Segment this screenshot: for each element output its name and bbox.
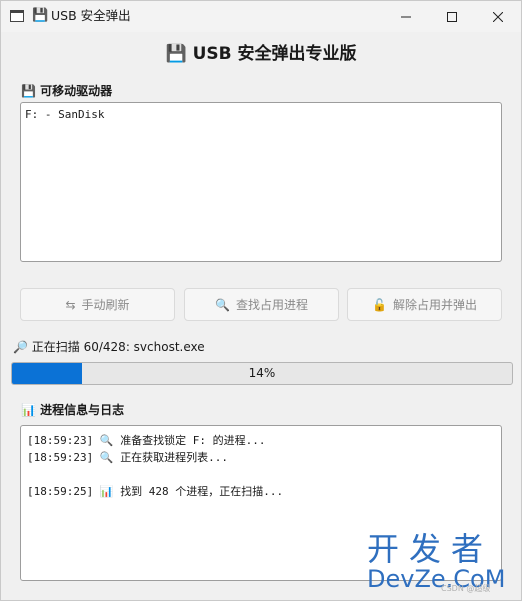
progress-label: 14%: [248, 366, 276, 380]
floppy-icon: 💾: [21, 84, 36, 98]
list-item[interactable]: F: - SanDisk: [25, 108, 104, 122]
log-text: 准备查找锁定 F: 的进程...: [120, 434, 266, 447]
log-section-label: 📊 进程信息与日志: [21, 402, 124, 418]
floppy-icon: 💾: [32, 8, 49, 23]
unlock-icon: 🔓: [372, 297, 387, 312]
maximize-icon: [447, 11, 457, 22]
close-button[interactable]: [475, 1, 521, 32]
watermark-credit: CSDN @超级: [441, 584, 491, 593]
app-window-icon: [10, 10, 24, 22]
minimize-icon: [401, 16, 411, 17]
log-line: [18:59:23] 🔍 准备查找锁定 F: 的进程...: [27, 434, 266, 448]
minimize-button[interactable]: [383, 1, 429, 32]
drives-section-label: 💾 可移动驱动器: [21, 83, 112, 99]
maximize-button[interactable]: [429, 1, 475, 32]
title-bar[interactable]: 💾 USB 安全弹出: [1, 1, 521, 32]
watermark-text: 开发者: [367, 530, 494, 568]
scan-status-text: 正在扫描 60/428: svchost.exe: [31, 340, 205, 354]
refresh-button-label: 手动刷新: [81, 298, 130, 312]
search-icon: 🔍: [215, 297, 230, 312]
log-line: [18:59:25] 📊 找到 428 个进程，正在扫描...: [27, 485, 283, 499]
find-process-button-label: 查找占用进程: [235, 298, 308, 312]
floppy-icon: 💾: [165, 44, 187, 64]
chart-icon: 📊: [99, 485, 114, 498]
scan-progress-bar: 14%: [11, 362, 513, 385]
page-title: 💾 USB 安全弹出专业版: [1, 41, 521, 67]
release-eject-button[interactable]: 🔓 解除占用并弹出: [347, 288, 502, 321]
search-icon: 🔍: [99, 434, 114, 447]
log-time: [18:59:25]: [27, 485, 94, 498]
release-eject-button-label: 解除占用并弹出: [392, 298, 477, 312]
refresh-icon: ⇆: [65, 297, 76, 312]
log-text: 找到 428 个进程，正在扫描...: [120, 485, 284, 498]
log-time: [18:59:23]: [27, 434, 94, 447]
drives-section-text: 可移动驱动器: [40, 84, 113, 98]
magnifier-icon: 🔎: [13, 340, 28, 354]
close-icon: [493, 11, 503, 22]
app-window: 💾 USB 安全弹出 💾 USB 安全弹出专业版 💾 可移动驱动器 F: - S…: [0, 0, 522, 601]
search-icon: 🔍: [99, 451, 114, 464]
window-title: USB 安全弹出: [51, 8, 131, 23]
drive-listbox[interactable]: F: - SanDisk: [20, 102, 502, 262]
refresh-button[interactable]: ⇆ 手动刷新: [20, 288, 175, 321]
scan-status: 🔎 正在扫描 60/428: svchost.exe: [13, 339, 205, 355]
log-line: [18:59:23] 🔍 正在获取进程列表...: [27, 451, 228, 465]
chart-icon: 📊: [21, 403, 36, 417]
page-title-text: USB 安全弹出专业版: [192, 44, 357, 64]
find-process-button[interactable]: 🔍 查找占用进程: [184, 288, 339, 321]
log-time: [18:59:23]: [27, 451, 94, 464]
log-section-text: 进程信息与日志: [40, 403, 125, 417]
log-text: 正在获取进程列表...: [120, 451, 229, 464]
